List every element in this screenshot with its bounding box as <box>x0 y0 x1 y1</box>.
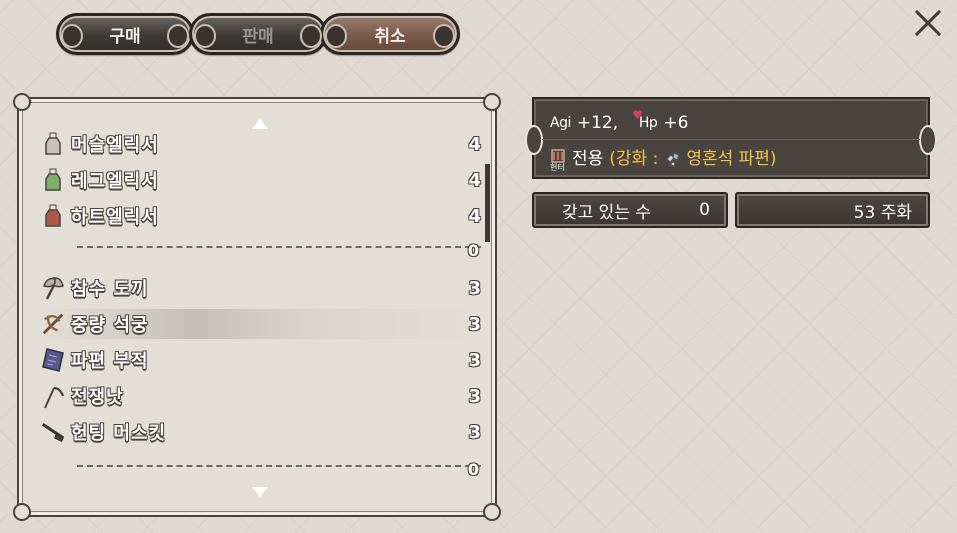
tab-ornament-right <box>433 24 455 48</box>
item-name: 헌팅 머스킷 <box>71 423 167 444</box>
tab-ornament-left <box>61 24 83 48</box>
item-quantity: 4 <box>468 205 481 227</box>
list-item[interactable]: 전쟁낫 3 <box>41 381 481 411</box>
list-item[interactable]: 파편 부적 3 <box>41 345 481 375</box>
list-item[interactable]: 참수 도끼 3 <box>41 273 481 303</box>
list-item[interactable]: 헌팅 머스킷 3 <box>41 417 481 447</box>
item-quantity: 4 <box>468 169 481 191</box>
exclusive-label: 전용 <box>572 149 604 169</box>
panel-side-ornament <box>919 125 937 155</box>
close-icon <box>914 9 942 37</box>
axe-icon <box>41 275 65 301</box>
item-name: 중량 석궁 <box>71 315 149 336</box>
item-quantity: 4 <box>468 133 481 155</box>
list-separator <box>77 246 481 248</box>
list-item[interactable]: 레그엘릭서 4 <box>41 165 481 195</box>
list-item-selected[interactable]: 중량 석궁 3 <box>41 309 481 339</box>
tab-cancel-label: 취소 <box>374 26 406 47</box>
close-button[interactable] <box>912 9 944 41</box>
potion-bottle-icon <box>41 131 65 157</box>
item-name: 전쟁낫 <box>71 387 124 408</box>
item-name: 참수 도끼 <box>71 279 149 300</box>
crossbow-icon <box>41 311 65 337</box>
panel-corner-ornament <box>13 93 31 111</box>
stat-line: Agi +12, ♥ Hp +6 <box>550 108 702 133</box>
enhance-prefix: (강화 : <box>609 149 659 169</box>
info-divider <box>542 139 920 140</box>
item-info-panel: Agi +12, ♥ Hp +6 헌터 전용 (강화 : 영혼석 파편) <box>525 97 937 179</box>
owned-count-value: 0 <box>699 200 710 220</box>
heart-icon: ♥ <box>632 108 643 122</box>
potion-bottle-icon <box>41 203 65 229</box>
panel-side-ornament <box>525 125 543 155</box>
list-item[interactable]: 하트엘릭서 4 <box>41 201 481 231</box>
scrollbar-thumb[interactable] <box>485 164 490 242</box>
panel-corner-ornament <box>13 503 31 521</box>
agi-stat-icon: Agi <box>550 115 571 131</box>
tab-ornament-right <box>300 24 322 48</box>
tab-ornament-right <box>167 24 189 48</box>
scroll-down-arrow-icon[interactable] <box>252 487 268 497</box>
currency-value: 53 주화 <box>853 202 912 223</box>
item-name: 머슬엘릭서 <box>71 135 159 156</box>
item-quantity: 3 <box>468 349 481 371</box>
item-name: 파편 부적 <box>71 351 149 372</box>
panel-corner-ornament <box>483 503 501 521</box>
scythe-icon <box>41 383 65 409</box>
item-name: 하트엘릭서 <box>71 207 159 228</box>
scroll-up-arrow-icon[interactable] <box>252 119 268 129</box>
tab-sell-label: 판매 <box>242 26 274 47</box>
musket-icon <box>41 419 65 445</box>
agi-stat-value: +12, <box>576 113 619 133</box>
owned-count-box: 갖고 있는 수 0 <box>532 192 728 228</box>
tab-cancel[interactable]: 취소 <box>320 13 460 55</box>
list-item[interactable]: 머슬엘릭서 4 <box>41 129 481 159</box>
list-separator <box>77 465 481 467</box>
currency-box: 53 주화 <box>735 192 930 228</box>
separator-count: 0 <box>467 241 479 260</box>
owned-count-label: 갖고 있는 수 <box>562 202 652 223</box>
panel-corner-ornament <box>483 93 501 111</box>
enhance-item: 영혼석 파편) <box>686 149 777 169</box>
potion-bottle-icon <box>41 167 65 193</box>
item-name: 레그엘릭서 <box>71 171 159 192</box>
class-tag: 헌터 <box>550 162 565 172</box>
tab-ornament-left <box>194 24 216 48</box>
item-quantity: 3 <box>468 277 481 299</box>
tab-buy[interactable]: 구매 <box>56 13 194 55</box>
tab-sell[interactable]: 판매 <box>189 13 327 55</box>
item-quantity: 3 <box>468 385 481 407</box>
talisman-icon <box>41 347 65 373</box>
hp-stat-value: +6 <box>663 113 689 133</box>
item-list-panel: 머슬엘릭서 4 레그엘릭서 4 하트엘릭서 4 0 참수 도끼 3 중량 석궁 … <box>13 93 501 521</box>
tab-ornament-left <box>325 24 347 48</box>
soulstone-shard-icon <box>664 149 680 167</box>
tab-buy-label: 구매 <box>109 26 141 47</box>
item-quantity: 3 <box>468 313 481 335</box>
hunter-class-icon: 헌터 <box>550 149 566 172</box>
item-quantity: 3 <box>468 421 481 443</box>
class-line: 헌터 전용 (강화 : 영혼석 파편) <box>550 144 777 172</box>
separator-count: 0 <box>467 460 479 479</box>
